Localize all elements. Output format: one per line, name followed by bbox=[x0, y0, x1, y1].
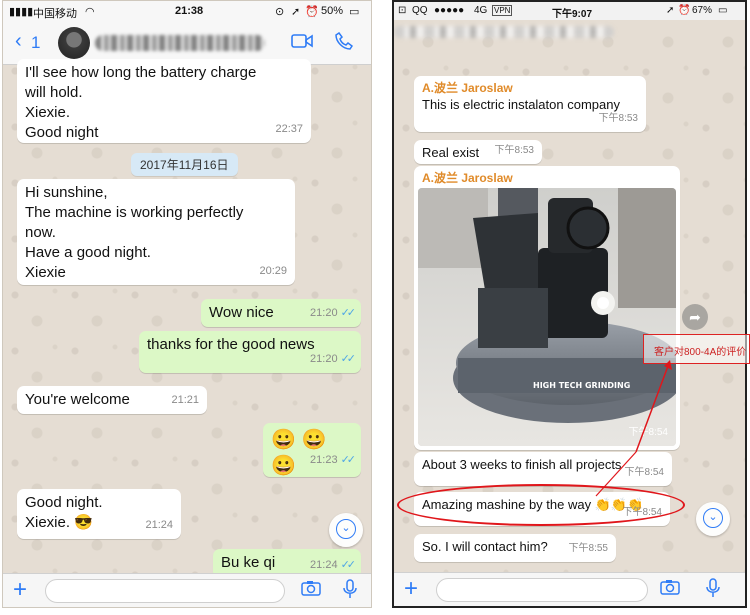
comparison-screenshot: ▮▮▮▮ 中国移动 ◠ 21:38 ⊙ ➚ ⏰ 50% ▭ ‹ 1 I'll s… bbox=[0, 0, 750, 615]
highlight-oval bbox=[397, 484, 685, 526]
annotation-arrow bbox=[595, 360, 672, 497]
